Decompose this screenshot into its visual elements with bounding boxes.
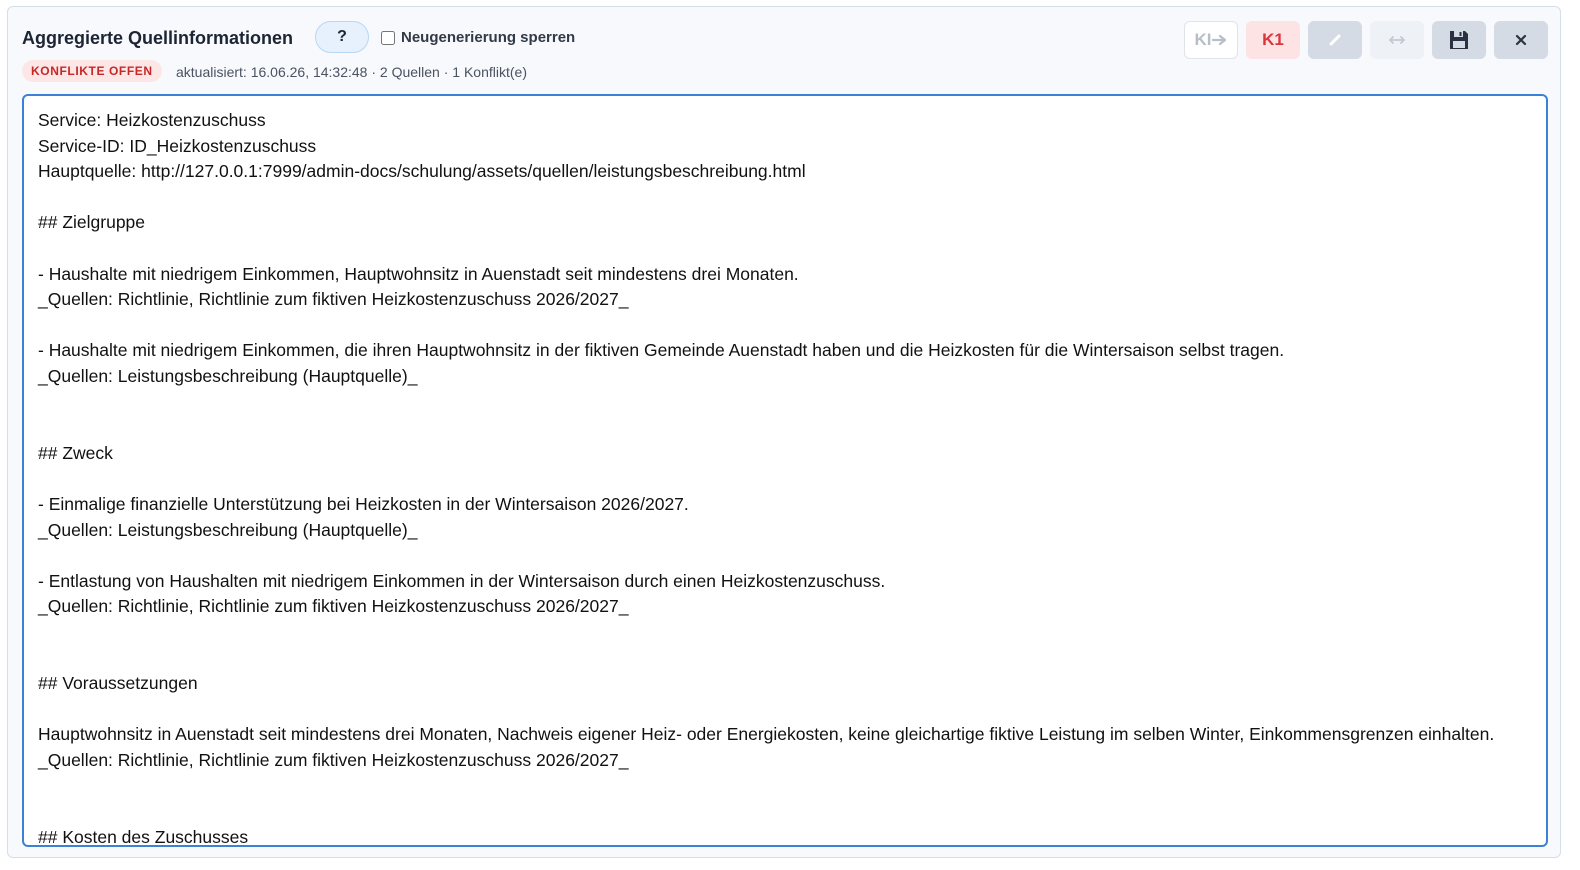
panel-title: Aggregierte Quellinformationen [22,28,294,48]
swap-horizontal-icon [1389,36,1405,44]
status-badge: KONFLIKTE OFFEN [22,60,162,82]
edit-button[interactable] [1308,21,1362,59]
source-info-panel: Aggregierte Quellinformationen ? Neugene… [7,6,1561,858]
toolbar: KI K1 [1184,21,1548,59]
pencil-icon [1329,34,1341,46]
close-icon [1515,34,1527,46]
save-button[interactable] [1432,21,1486,59]
close-button[interactable] [1494,21,1548,59]
ki-apply-button[interactable]: KI [1184,21,1238,59]
update-status-text: aktualisiert: 16.06.26, 14:32:48 · 2 Que… [176,64,527,80]
source-info-editor[interactable]: Service: Heizkostenzuschuss Service-ID: … [22,94,1548,847]
lock-regeneration-checkbox[interactable] [381,30,395,45]
conflict-k1-label: K1 [1262,30,1284,49]
arrow-right-icon [1211,34,1226,46]
lock-regeneration-toggle[interactable]: Neugenerierung sperren [381,29,575,46]
conflict-k1-button[interactable]: K1 [1246,21,1300,59]
source-info-text: Service: Heizkostenzuschuss Service-ID: … [38,110,1495,847]
floppy-disk-icon [1450,31,1468,49]
lock-regeneration-label: Neugenerierung sperren [401,29,576,46]
help-button[interactable]: ? [315,21,369,53]
compare-button[interactable] [1370,21,1424,59]
ki-label: KI [1194,30,1212,49]
